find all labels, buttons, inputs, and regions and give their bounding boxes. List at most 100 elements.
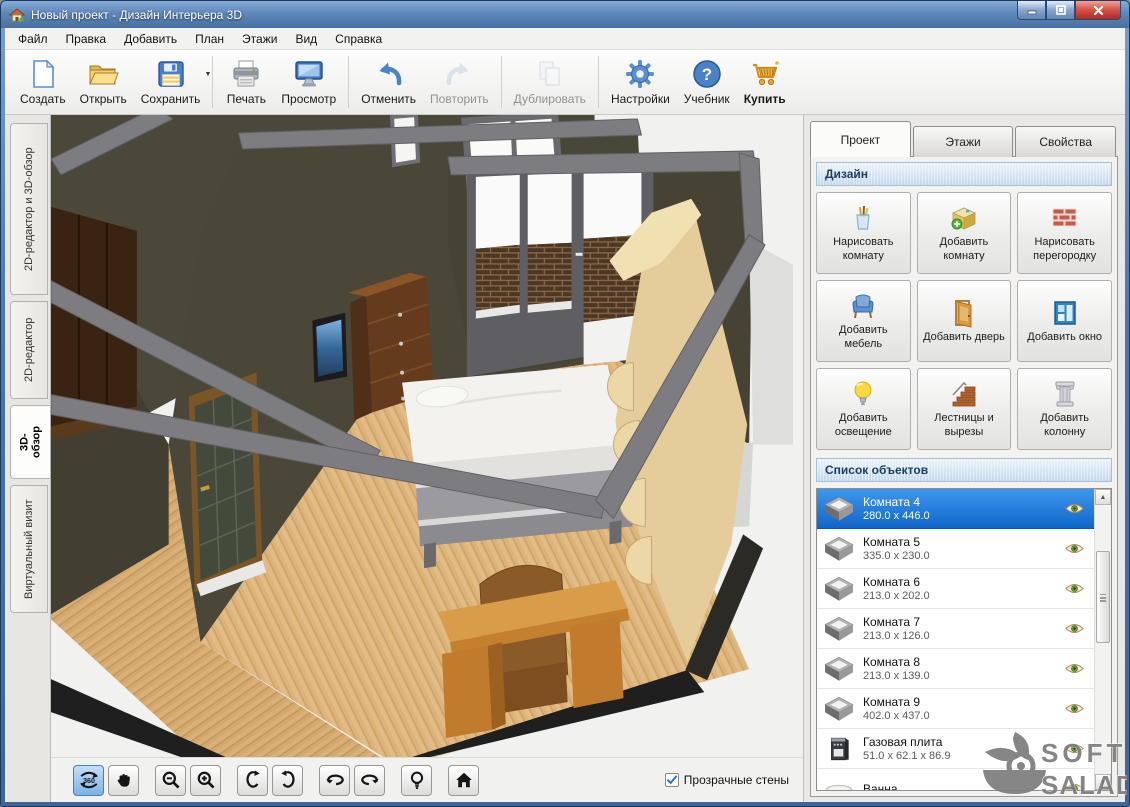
design-button-label: Лестницы и вырезы <box>920 412 1009 440</box>
nav-button-view-360[interactable]: 360 <box>73 765 104 796</box>
object-item-text: Комната 7213.0 x 126.0 <box>863 615 1065 642</box>
nav-button-zoom-in[interactable] <box>190 765 221 796</box>
object-item-text: Комната 8213.0 x 139.0 <box>863 655 1065 682</box>
visibility-eye-icon[interactable] <box>1065 662 1084 675</box>
panel-body: Дизайн Нарисовать комнатуДобавить комнат… <box>810 156 1118 797</box>
object-dimensions: 402.0 x 437.0 <box>863 710 1065 722</box>
app-icon <box>9 7 25 23</box>
visibility-eye-icon[interactable] <box>1065 542 1084 555</box>
balcony-door-handle <box>576 253 583 256</box>
scroll-up-button[interactable]: ▲ <box>1095 489 1111 505</box>
visibility-eye-icon[interactable] <box>1065 502 1084 515</box>
object-list-item[interactable]: Комната 9402.0 x 437.0 <box>817 689 1094 729</box>
viewport-3d: 360 Прозрачные стены <box>51 115 803 802</box>
visibility-eye-icon[interactable] <box>1065 622 1084 635</box>
title-bar[interactable]: Новый проект - Дизайн Интерьера 3D <box>1 1 1129 28</box>
toolbar-button-gear[interactable]: Настройки <box>604 56 677 108</box>
help-book-icon: ? <box>691 58 723 90</box>
nav-button-rotate-ccw[interactable] <box>237 765 268 796</box>
design-button-label: Нарисовать комнату <box>819 236 908 264</box>
menu-item-edit[interactable]: Правка <box>57 29 116 49</box>
armchair-icon <box>848 291 878 321</box>
toolbar-button-label: Дублировать <box>514 92 586 106</box>
design-button-label: Добавить комнату <box>920 236 1009 264</box>
visibility-eye-icon[interactable] <box>1065 702 1084 715</box>
design-button-add-room[interactable]: Добавить комнату <box>917 192 1012 274</box>
toolbar-button-undo[interactable]: Отменить <box>354 56 423 108</box>
toolbar-button-cart[interactable]: Купить <box>737 56 793 108</box>
room-icon <box>824 696 854 722</box>
printer-icon <box>230 58 262 90</box>
save-dropdown-arrow-icon[interactable]: ▼ <box>204 71 211 78</box>
menu-item-file[interactable]: Файл <box>9 29 57 49</box>
object-list-item[interactable]: Комната 7213.0 x 126.0 <box>817 609 1094 649</box>
transparent-walls-checkbox[interactable]: Прозрачные стены <box>665 773 789 787</box>
design-button-add-lighting[interactable]: Добавить освещение <box>816 368 911 450</box>
toolbar-button-monitor[interactable]: Просмотр <box>274 56 343 108</box>
maximize-button[interactable] <box>1046 1 1075 20</box>
orbit-right-icon <box>360 770 380 790</box>
object-list-item[interactable]: Комната 8213.0 x 139.0 <box>817 649 1094 689</box>
toolbar-button-new-document[interactable]: Создать <box>13 56 73 108</box>
nav-button-rotate-cw[interactable] <box>272 765 303 796</box>
monitor-icon <box>293 58 325 90</box>
panel-tab-floors[interactable]: Этажи <box>913 126 1014 157</box>
design-button-stairs-cutouts[interactable]: Лестницы и вырезы <box>917 368 1012 450</box>
design-button-add-furniture[interactable]: Добавить мебель <box>816 280 911 362</box>
nav-button-home-view[interactable] <box>448 765 479 796</box>
object-dimensions: 213.0 x 202.0 <box>863 590 1065 602</box>
toolbar-button-save-floppy[interactable]: Сохранить▼ <box>134 56 208 108</box>
object-list-item[interactable]: Комната 5335.0 x 230.0 <box>817 529 1094 569</box>
nav-button-orbit-left[interactable] <box>319 765 350 796</box>
gear-icon <box>624 58 656 90</box>
design-button-draw-partition[interactable]: Нарисовать перегородку <box>1017 192 1112 274</box>
toolbar-button-printer[interactable]: Печать <box>218 56 274 108</box>
view-tab-2d-editor-3d-view[interactable]: 2D-редактор и 3D-обзор <box>10 123 48 295</box>
view-tab-2d-editor[interactable]: 2D-редактор <box>10 301 48 399</box>
open-folder-icon <box>87 58 119 90</box>
toolbar-button-help-book[interactable]: ?Учебник <box>677 56 737 108</box>
nav-button-pan-hand[interactable] <box>108 765 139 796</box>
menu-item-help[interactable]: Справка <box>326 29 391 49</box>
stove-icon <box>824 736 854 762</box>
design-button-label: Добавить мебель <box>819 324 908 352</box>
view-tab-3d-view[interactable]: 3D-обзор <box>10 405 51 479</box>
visibility-eye-icon[interactable] <box>1065 582 1084 595</box>
nav-button-light-toggle[interactable] <box>401 765 432 796</box>
design-buttons-grid: Нарисовать комнату Добавить комнату Нарисо… <box>816 192 1112 450</box>
design-button-add-column[interactable]: Добавить колонну <box>1017 368 1112 450</box>
redo-icon <box>443 58 475 90</box>
object-list-item[interactable]: Комната 4280.0 x 446.0 <box>817 489 1094 529</box>
toolbar-button-label: Создать <box>20 92 66 106</box>
zoom-in-icon <box>196 770 216 790</box>
menu-bar: ФайлПравкаДобавитьПланЭтажиВидСправка <box>5 28 1125 50</box>
object-name: Комната 7 <box>863 615 1065 629</box>
pencil-cup-icon <box>848 203 878 233</box>
toolbar-button-label: Просмотр <box>281 92 336 106</box>
design-button-label: Добавить колонну <box>1020 412 1109 440</box>
menu-item-floors[interactable]: Этажи <box>233 29 286 49</box>
menu-item-view[interactable]: Вид <box>286 29 326 49</box>
design-button-draw-room[interactable]: Нарисовать комнату <box>816 192 911 274</box>
toolbar-button-redo: Повторить <box>423 56 496 108</box>
scene-3d-render[interactable] <box>51 115 803 757</box>
panel-tab-project[interactable]: Проект <box>810 121 911 157</box>
design-button-add-door[interactable]: Добавить дверь <box>917 280 1012 362</box>
nav-button-zoom-out[interactable] <box>155 765 186 796</box>
menu-item-plan[interactable]: План <box>186 29 233 49</box>
toolbar-button-open-folder[interactable]: Открыть <box>73 56 134 108</box>
object-list-item[interactable]: Комната 6213.0 x 202.0 <box>817 569 1094 609</box>
menu-item-add[interactable]: Добавить <box>115 29 186 49</box>
toolbar-button-label: Открыть <box>80 92 127 106</box>
pan-hand-icon <box>114 770 134 790</box>
nav-button-orbit-right[interactable] <box>354 765 385 796</box>
duplicate-icon <box>534 58 566 90</box>
viewport-toolbar: 360 Прозрачные стены <box>51 757 803 802</box>
view-tab-virtual-visit[interactable]: Виртуальный визит <box>10 485 48 613</box>
close-button[interactable] <box>1075 1 1121 20</box>
panel-tab-properties[interactable]: Свойства <box>1015 126 1116 157</box>
design-button-add-window[interactable]: Добавить окно <box>1017 280 1112 362</box>
scroll-thumb[interactable] <box>1096 551 1110 643</box>
column-icon <box>1050 379 1080 409</box>
minimize-button[interactable] <box>1017 1 1046 20</box>
